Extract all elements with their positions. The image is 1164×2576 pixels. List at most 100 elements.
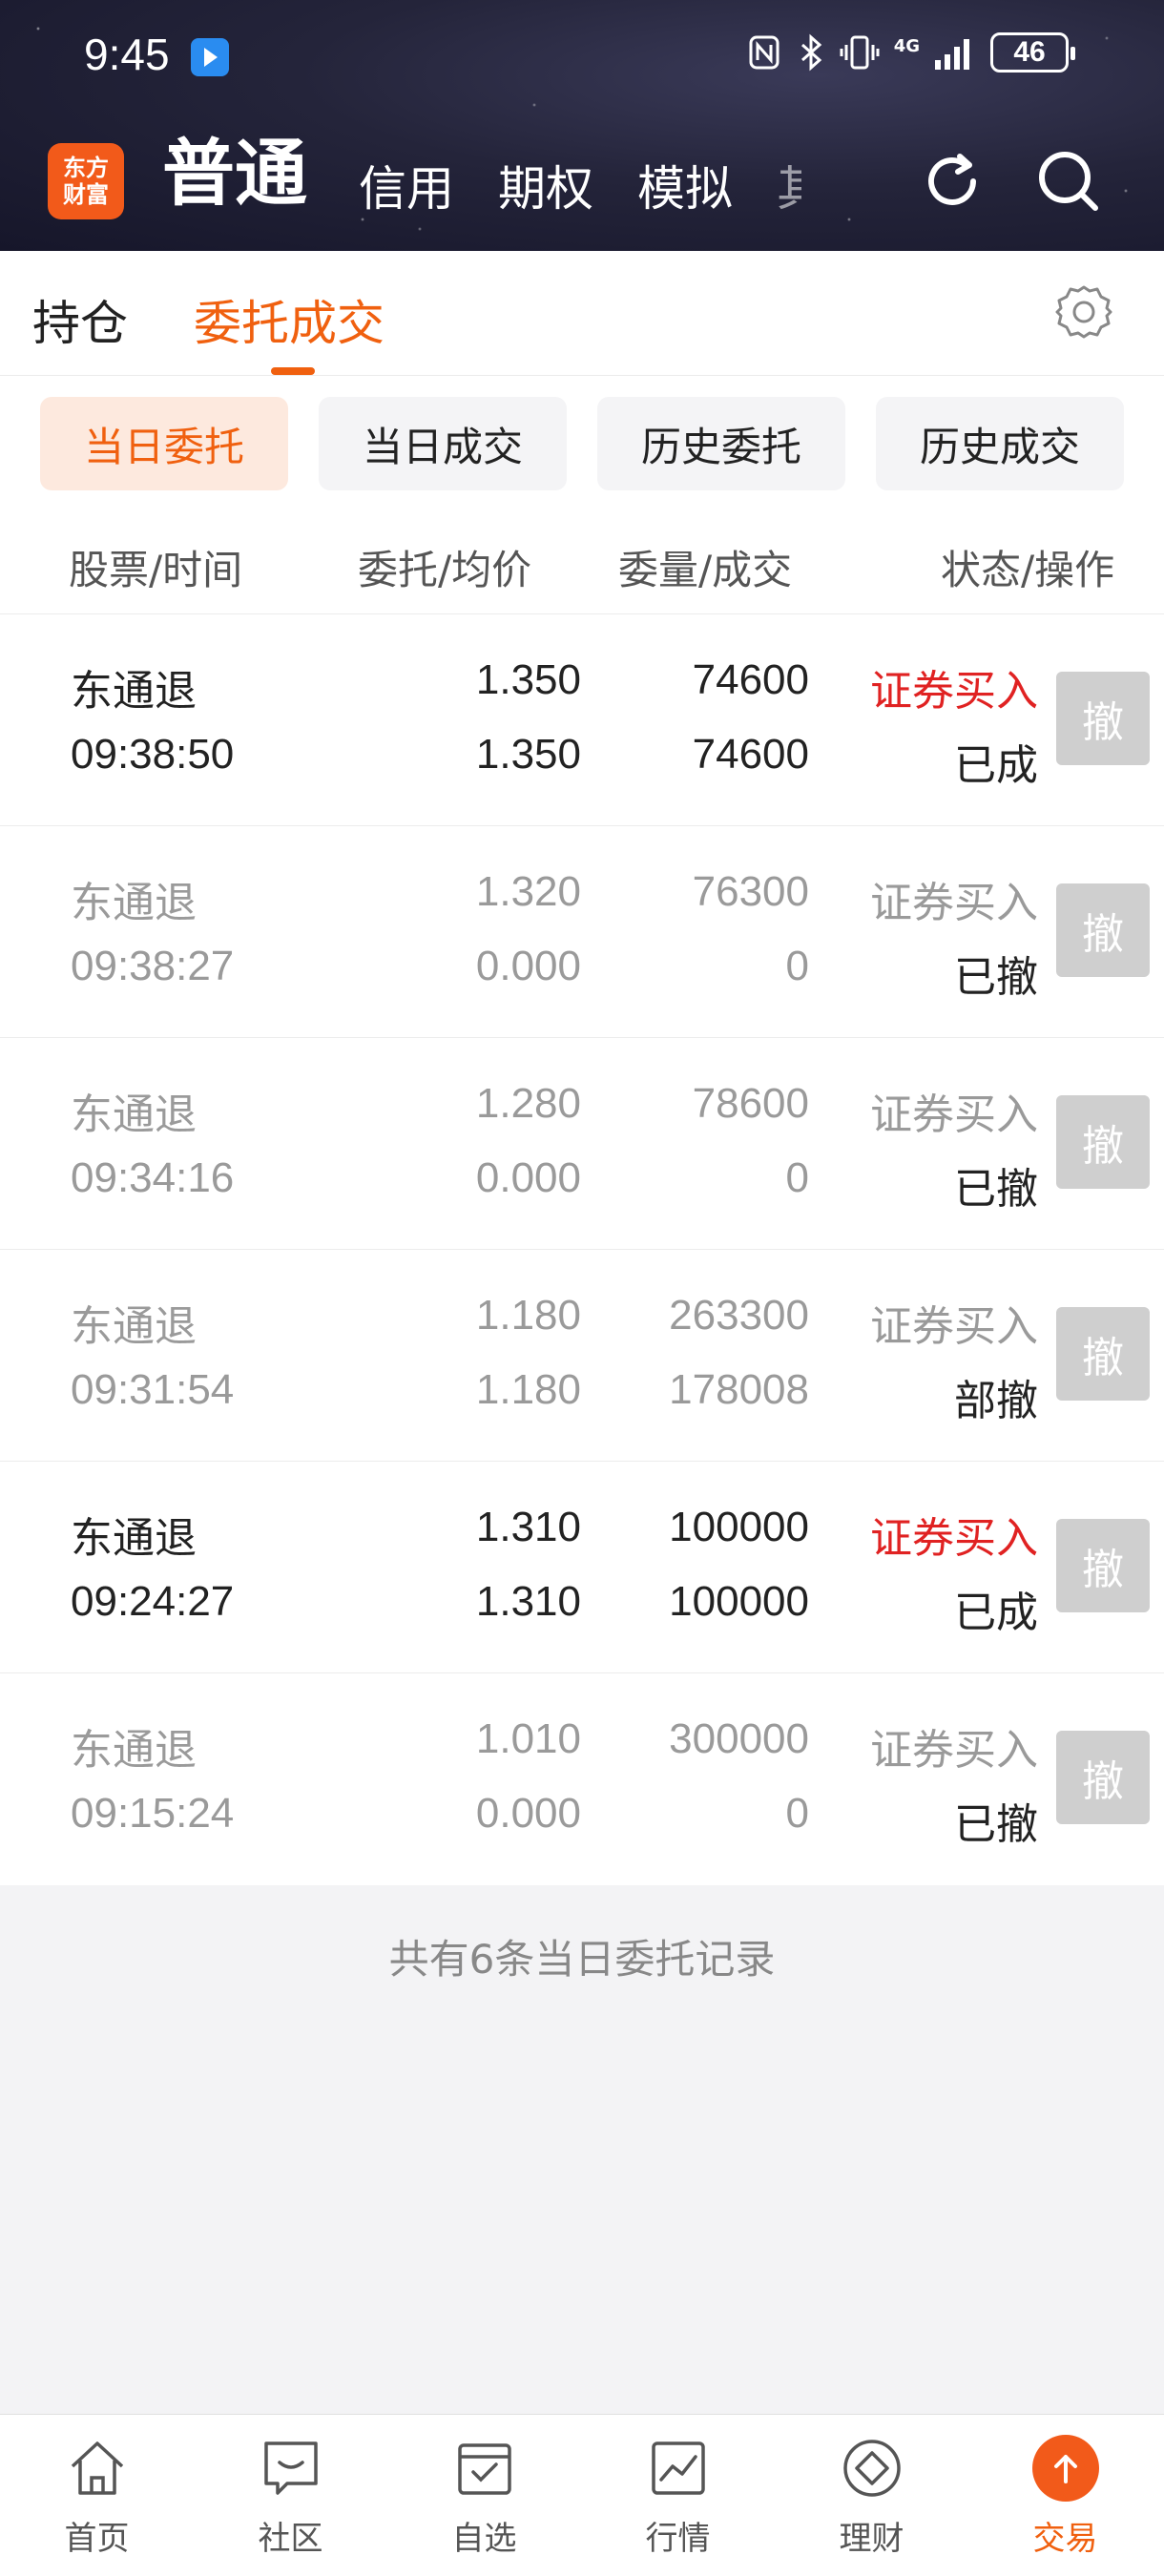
signal-icon	[935, 39, 969, 70]
stock-name: 东通退	[71, 667, 197, 716]
order-status: 已撤	[954, 1800, 1038, 1849]
account-type-tabs: 普通 信用 期权 模拟 其	[162, 131, 845, 219]
avg-price: 1.350	[475, 731, 581, 778]
filter-today-orders[interactable]: 当日委托	[40, 397, 288, 490]
stock-name: 东通退	[71, 1091, 197, 1139]
tab-orders-trades[interactable]: 委托成交	[194, 285, 385, 354]
tab-options[interactable]: 期权	[498, 151, 593, 219]
order-side: 证券买入	[870, 1514, 1038, 1563]
nav-wealth[interactable]: 理财	[775, 2415, 968, 2576]
order-time: 09:38:50	[71, 731, 235, 778]
cancel-button[interactable]: 撤	[1056, 883, 1150, 977]
wealth-icon	[842, 2440, 901, 2497]
order-price: 1.180	[475, 1292, 581, 1339]
order-qty: 76300	[692, 868, 809, 915]
avg-price: 1.180	[475, 1366, 581, 1413]
chart-icon	[651, 2441, 705, 2495]
order-row[interactable]: 东通退 09:31:54 1.180 1.180 263300 178008 证…	[0, 1250, 1164, 1462]
order-filter-bar: 当日委托 当日成交 历史委托 历史成交	[0, 376, 1164, 515]
search-button[interactable]	[1030, 143, 1107, 219]
order-side: 证券买入	[870, 667, 1038, 716]
stock-name: 东通退	[71, 1302, 197, 1351]
battery-indicator: 46	[990, 32, 1075, 73]
cancel-button[interactable]: 撤	[1056, 1519, 1150, 1612]
notification-app-icon	[191, 38, 229, 76]
order-row[interactable]: 东通退 09:38:50 1.350 1.350 74600 74600 证券买…	[0, 614, 1164, 826]
nav-market[interactable]: 行情	[581, 2415, 775, 2576]
bluetooth-icon	[800, 33, 821, 72]
search-icon	[1039, 152, 1098, 211]
order-row[interactable]: 东通退 09:24:27 1.310 1.310 100000 100000 证…	[0, 1462, 1164, 1673]
status-time: 9:45	[84, 30, 170, 79]
cancel-button[interactable]: 撤	[1056, 1731, 1150, 1824]
filled-qty: 0	[785, 1154, 809, 1201]
order-time: 09:24:27	[71, 1578, 235, 1625]
filter-history-trades[interactable]: 历史成交	[876, 397, 1124, 490]
order-qty: 78600	[692, 1080, 809, 1127]
network-type: 4G	[893, 35, 920, 56]
order-row[interactable]: 东通退 09:34:16 1.280 0.000 78600 0 证券买入 已撤…	[0, 1038, 1164, 1250]
order-side: 证券买入	[870, 879, 1038, 927]
active-tab-indicator	[271, 367, 315, 375]
cancel-button[interactable]: 撤	[1056, 672, 1150, 765]
gear-icon	[1055, 285, 1112, 339]
eastmoney-logo[interactable]: 东方 财富	[48, 143, 124, 219]
col-qty: 委量/成交	[618, 547, 793, 593]
tab-normal[interactable]: 普通	[162, 114, 307, 219]
app-header: 9:45 4G 46 东方 财富 普通 信用 期权 模拟 其	[0, 0, 1164, 251]
nav-community[interactable]: 社区	[194, 2415, 387, 2576]
trade-icon	[1031, 2435, 1099, 2502]
order-time: 09:15:24	[71, 1790, 235, 1837]
col-price: 委托/均价	[358, 547, 532, 593]
avg-price: 1.310	[475, 1578, 581, 1625]
community-icon	[263, 2441, 318, 2495]
col-status: 状态/操作	[941, 547, 1115, 593]
order-status: 已成	[954, 1589, 1038, 1637]
order-qty: 263300	[669, 1292, 809, 1339]
order-qty: 100000	[669, 1504, 809, 1550]
status-icons: 4G 46	[745, 32, 1075, 73]
filter-today-trades[interactable]: 当日成交	[319, 397, 567, 490]
avg-price: 0.000	[475, 943, 581, 989]
filled-qty: 0	[785, 943, 809, 989]
table-header: 股票/时间 委托/均价 委量/成交 状态/操作	[0, 515, 1164, 614]
nav-watchlist[interactable]: 自选	[387, 2415, 581, 2576]
tab-credit[interactable]: 信用	[359, 151, 454, 219]
record-count-note: 共有6条当日委托记录	[388, 1936, 776, 1983]
filled-qty: 100000	[669, 1578, 809, 1625]
avg-price: 0.000	[475, 1790, 581, 1837]
order-row[interactable]: 东通退 09:38:27 1.320 0.000 76300 0 证券买入 已撤…	[0, 826, 1164, 1038]
order-status: 部撤	[954, 1377, 1038, 1425]
nav-trade[interactable]: 交易	[968, 2415, 1162, 2576]
order-list: 东通退 09:38:50 1.350 1.350 74600 74600 证券买…	[0, 614, 1164, 1885]
order-side: 证券买入	[870, 1726, 1038, 1775]
tab-more[interactable]: 其	[777, 151, 801, 219]
tab-simulation[interactable]: 模拟	[637, 151, 733, 219]
order-price: 1.320	[475, 868, 581, 915]
filled-qty: 178008	[669, 1366, 809, 1413]
bottom-navigation: 首页 社区 自选 行情 理财 交易	[0, 2414, 1164, 2576]
order-price: 1.280	[475, 1080, 581, 1127]
tab-holdings[interactable]: 持仓	[32, 285, 128, 354]
order-status: 已撤	[954, 953, 1038, 1002]
cancel-button[interactable]: 撤	[1056, 1095, 1150, 1189]
refresh-button[interactable]	[914, 143, 990, 219]
settings-button[interactable]	[1053, 281, 1114, 343]
filter-history-orders[interactable]: 历史委托	[597, 397, 845, 490]
order-qty: 300000	[669, 1715, 809, 1762]
order-row[interactable]: 东通退 09:15:24 1.010 0.000 300000 0 证券买入 已…	[0, 1673, 1164, 1885]
nfc-icon	[749, 35, 779, 70]
order-price: 1.010	[475, 1715, 581, 1762]
stock-name: 东通退	[71, 1514, 197, 1563]
order-time: 09:31:54	[71, 1366, 235, 1413]
order-status: 已成	[954, 741, 1038, 790]
nav-home[interactable]: 首页	[0, 2415, 194, 2576]
home-icon	[71, 2441, 123, 2495]
stock-name: 东通退	[71, 1726, 197, 1775]
watchlist-icon	[457, 2443, 511, 2495]
order-qty: 74600	[692, 656, 809, 703]
refresh-icon	[928, 154, 976, 205]
order-status: 已撤	[954, 1165, 1038, 1214]
filled-qty: 0	[785, 1790, 809, 1837]
cancel-button[interactable]: 撤	[1056, 1307, 1150, 1401]
